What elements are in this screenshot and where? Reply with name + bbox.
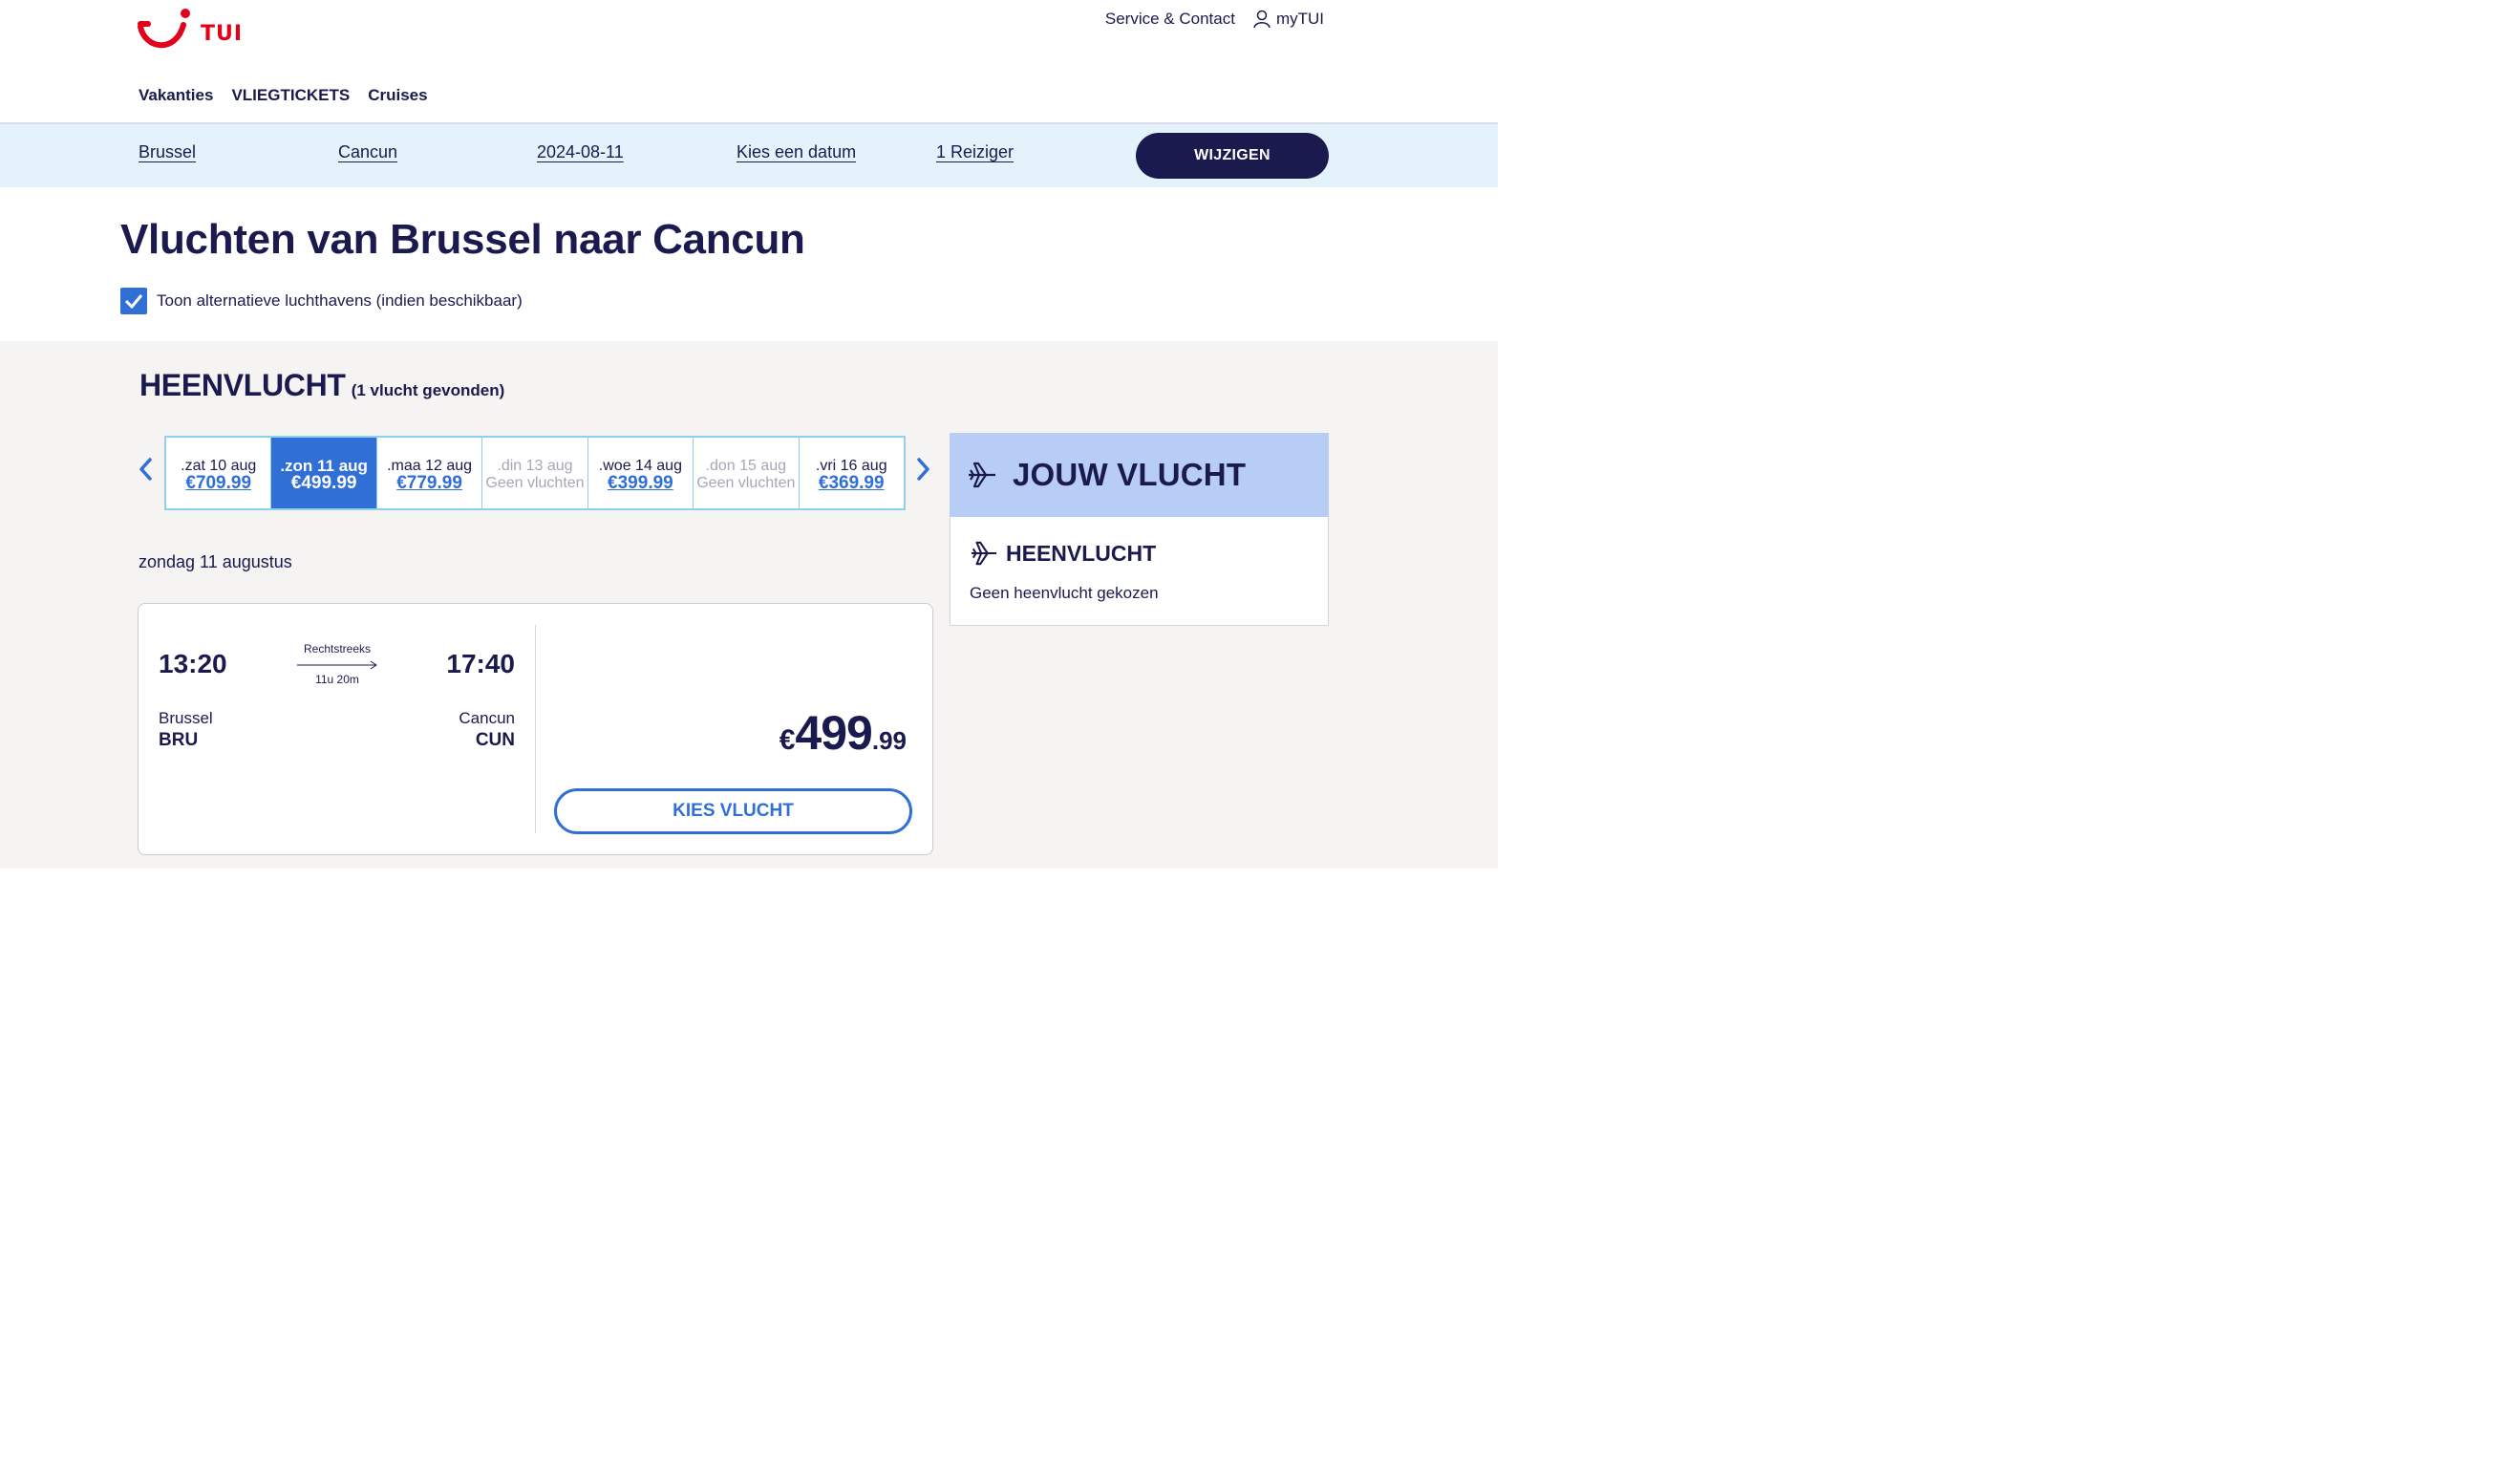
price-currency: € (779, 724, 796, 756)
arrival-code: CUN (475, 730, 515, 750)
search-travellers[interactable]: 1 Reiziger (936, 142, 1014, 162)
date-label: .din 13 aug (497, 458, 573, 474)
card-divider (535, 625, 536, 833)
date-price: €709.99 (185, 473, 252, 493)
nav-vakanties[interactable]: Vakanties (139, 86, 213, 105)
flight-price: € 499 .99 (779, 705, 907, 761)
nav-vliegtickets[interactable]: VLIEGTICKETS (231, 86, 350, 105)
alt-airports-checkbox[interactable]: Toon alternatieve luchthavens (indien be… (120, 288, 523, 314)
your-flight-body: HEENVLUCHT Geen heenvlucht gekozen (950, 517, 1329, 626)
page-title: Vluchten van Brussel naar Cancun (120, 216, 805, 263)
flight-card: 13:20 Rechtstreeks 11u 20m 17:40 Brussel… (138, 603, 933, 855)
outbound-heading: HEENVLUCHT (1 vlucht gevonden) (139, 368, 504, 403)
date-label: .zon 11 aug (280, 457, 368, 475)
route-info: Rechtstreeks 11u 20m (291, 642, 383, 686)
mytui-label: myTUI (1275, 10, 1324, 28)
date-price: €369.99 (818, 473, 885, 493)
flight-type: Rechtstreeks (303, 642, 372, 656)
search-summary-bar: Brussel Cancun 2024-08-11 Kies een datum… (0, 124, 1498, 187)
departure-city: Brussel (159, 709, 213, 727)
date-option[interactable]: .vri 16 aug €369.99 (800, 438, 904, 508)
search-from[interactable]: Brussel (139, 142, 196, 162)
outbound-title: HEENVLUCHT (139, 368, 346, 402)
next-dates-chevron-right-icon[interactable] (914, 455, 933, 484)
date-label: .don 15 aug (705, 458, 787, 474)
date-carousel: .zat 10 aug €709.99 .zon 11 aug €499.99 … (164, 436, 906, 510)
search-depart-date[interactable]: 2024-08-11 (537, 142, 624, 162)
tui-logo[interactable]: TUI (138, 6, 243, 50)
price-decimals: .99 (871, 726, 907, 755)
tui-smile-icon (138, 9, 190, 49)
departure-code: BRU (159, 730, 199, 750)
date-no-flights: Geen vluchten (696, 475, 796, 491)
arrival-time: 17:40 (446, 649, 515, 678)
search-to[interactable]: Cancun (338, 142, 397, 162)
departure-time: 13:20 (159, 649, 227, 678)
mytui-link[interactable]: myTUI (1252, 10, 1324, 29)
main-nav: Vakanties VLIEGTICKETS Cruises (139, 86, 428, 105)
top-links: Service & Contact myTUI (1105, 10, 1324, 29)
user-icon (1253, 10, 1271, 29)
date-no-flights: Geen vluchten (485, 475, 585, 491)
site-header: TUI Service & Contact myTUI Vakanties VL… (0, 0, 1498, 124)
date-option[interactable]: .maa 12 aug €779.99 (377, 438, 483, 508)
service-contact-link[interactable]: Service & Contact (1105, 10, 1235, 29)
date-label: .woe 14 aug (598, 458, 682, 474)
date-option-selected[interactable]: .zon 11 aug €499.99 (271, 438, 377, 508)
outbound-count: (1 vlucht gevonden) (351, 381, 505, 399)
date-option[interactable]: .zat 10 aug €709.99 (166, 438, 272, 508)
route-arrow-icon (297, 659, 377, 671)
prev-dates-chevron-left-icon[interactable] (136, 455, 155, 484)
your-flight-header: JOUW VLUCHT (950, 433, 1329, 517)
price-integer: 499 (795, 706, 872, 760)
nav-cruises[interactable]: Cruises (368, 86, 427, 105)
plane-icon (969, 462, 995, 488)
plane-icon (971, 541, 997, 566)
summary-leg-label: HEENVLUCHT (1006, 540, 1157, 566)
brand-name: TUI (201, 22, 244, 46)
alt-airports-label: Toon alternatieve luchthavens (indien be… (157, 291, 523, 310)
date-option-disabled: .din 13 aug Geen vluchten (482, 438, 588, 508)
date-option[interactable]: .woe 14 aug €399.99 (588, 438, 694, 508)
date-option-disabled: .don 15 aug Geen vluchten (694, 438, 800, 508)
choose-flight-button[interactable]: KIES VLUCHT (554, 788, 912, 834)
date-price: €399.99 (608, 473, 673, 493)
modify-search-button[interactable]: WIJZIGEN (1136, 133, 1329, 179)
checkbox-checked-icon[interactable] (120, 288, 147, 314)
date-price: €779.99 (396, 473, 462, 493)
date-label: .maa 12 aug (387, 458, 473, 474)
date-label: .zat 10 aug (181, 458, 257, 474)
arrival-city: Cancun (459, 709, 515, 727)
search-return-date[interactable]: Kies een datum (737, 142, 856, 162)
flight-duration: 11u 20m (315, 673, 359, 686)
summary-leg-status: Geen heenvlucht gekozen (970, 584, 1159, 602)
selected-day-label: zondag 11 augustus (139, 552, 292, 571)
date-price: €499.99 (290, 473, 357, 493)
date-label: .vri 16 aug (815, 458, 887, 474)
your-flight-title: JOUW VLUCHT (1013, 457, 1247, 492)
summary-leg-title: HEENVLUCHT (970, 540, 1156, 567)
